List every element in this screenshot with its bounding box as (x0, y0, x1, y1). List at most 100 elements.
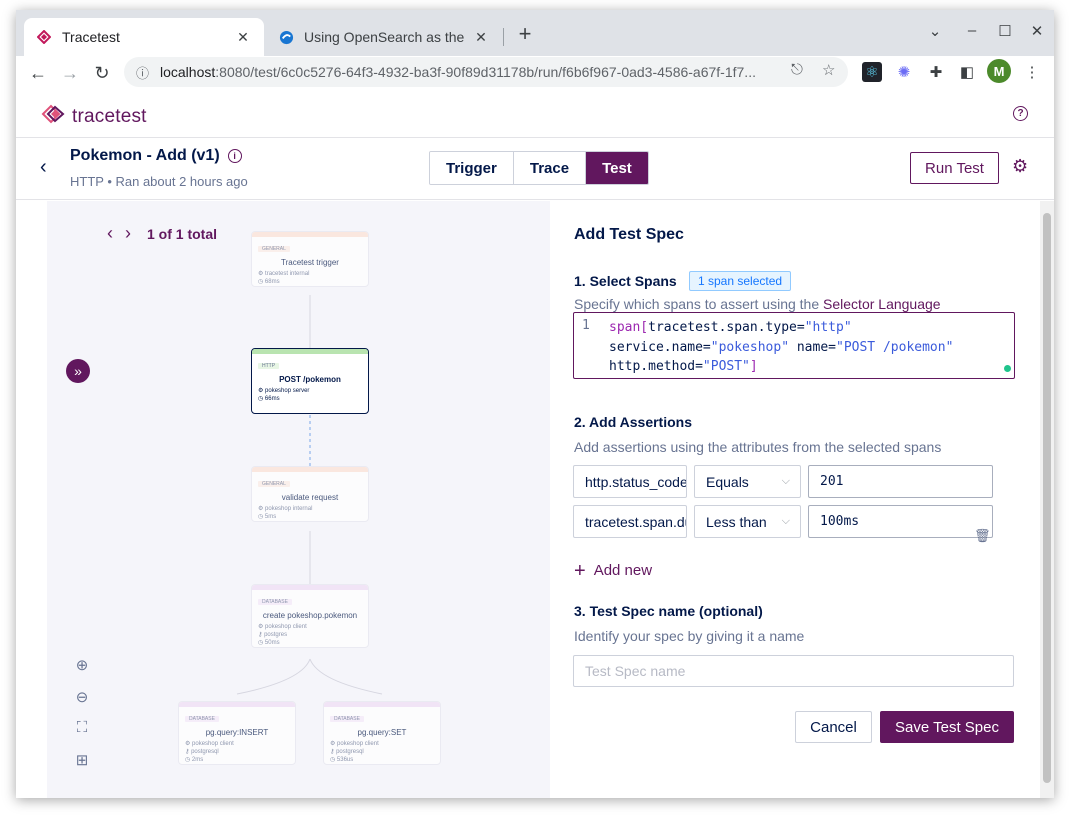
node-name: pg.query:INSERT (205, 728, 269, 737)
plus-icon: + (574, 559, 586, 582)
logo-text: tracetest (72, 105, 147, 127)
browser-toolbar: ← → ↻ ⓘ localhost:8080/test/6c0c5276-64f… (16, 56, 1054, 90)
next-chevron-icon[interactable]: › (125, 223, 131, 244)
spec-name-title: 3. Test Spec name (optional) (574, 603, 763, 619)
tracetest-logo[interactable]: tracetest (40, 103, 147, 130)
back-arrow-icon[interactable]: ← (25, 60, 51, 86)
node-meta: ⚙ pokeshop client ⚷ postgresql ◷ 536us (330, 741, 379, 763)
assertions-title: 2. Add Assertions (574, 414, 692, 430)
browser-tab-tracetest[interactable]: Tracetest ✕ (24, 18, 264, 56)
zoom-in-icon[interactable]: ⊕ (73, 656, 91, 674)
tab-test[interactable]: Test (586, 152, 648, 184)
side-panel-icon[interactable]: ◧ (957, 62, 977, 82)
site-info-icon[interactable]: ⓘ (136, 63, 154, 82)
span-node-create-pokemon[interactable]: DATABASE create pokeshop.pokemon ⚙ pokes… (251, 584, 369, 648)
test-spec-panel: Add Test Spec 1. Select Spans 1 span sel… (550, 201, 1020, 798)
forward-arrow-icon[interactable]: → (57, 60, 83, 86)
node-badge: DATABASE (330, 716, 364, 722)
app-header: tracetest ? (16, 90, 1054, 138)
tab-separator (503, 28, 504, 46)
test-subtitle: HTTP • Ran about 2 hours ago (70, 174, 248, 189)
share-icon[interactable]: ⎋ (791, 61, 803, 78)
select-spans-title: 1. Select Spans (574, 273, 677, 289)
layout-tree-icon[interactable]: ⊞ (73, 751, 91, 769)
node-meta: ⚙ pokeshop server ◷ 66ms (258, 388, 310, 402)
trace-diagram[interactable]: » ‹ › 1 of 1 total GENERAL Tracetest tri… (47, 201, 550, 798)
line-number: 1 (582, 318, 590, 333)
tab-strip: Tracetest ✕ Using OpenSearch as the ✕ + … (16, 10, 1054, 56)
tracetest-logo-icon (40, 103, 66, 130)
node-color-bar (324, 702, 440, 707)
pager-text: 1 of 1 total (147, 225, 218, 242)
browser-menu-icon[interactable]: ⋮ (1022, 62, 1042, 82)
tab-title: Tracetest (62, 29, 120, 45)
address-bar[interactable]: ⓘ localhost:8080/test/6c0c5276-64f3-4932… (124, 57, 848, 87)
tracetest-app: tracetest ? ‹ Pokemon - Add (v1) i HTTP … (16, 90, 1054, 798)
assertion-attribute-input[interactable]: http.status_code (573, 465, 687, 498)
browser-window: Tracetest ✕ Using OpenSearch as the ✕ + … (16, 10, 1054, 798)
run-tabs: Trigger Trace Test (429, 151, 649, 185)
node-badge: DATABASE (185, 716, 219, 722)
close-tab-icon[interactable]: ✕ (234, 29, 252, 46)
spec-name-input[interactable]: Test Spec name (573, 655, 1014, 687)
panel-scrollbar[interactable] (1040, 201, 1054, 798)
tab-trace[interactable]: Trace (513, 152, 587, 184)
node-badge: DATABASE (258, 599, 292, 605)
profile-avatar[interactable]: M (987, 59, 1011, 83)
maximize-icon[interactable]: ☐ (994, 22, 1016, 40)
back-chevron-icon[interactable]: ‹ (40, 156, 47, 179)
extensions-puzzle-icon[interactable]: ✚ (926, 62, 946, 82)
span-node-pg-set[interactable]: DATABASE pg.query:SET ⚙ pokeshop client ⚷… (323, 701, 441, 765)
selector-code: span[tracetest.span.type="http" service.… (609, 320, 954, 374)
node-badge: GENERAL (258, 246, 290, 252)
assertions-desc: Add assertions using the attributes from… (574, 439, 942, 455)
cancel-button[interactable]: Cancel (795, 711, 872, 743)
node-meta: ⚙ pokeshop client ⚷ postgresql ◷ 2ms (185, 741, 234, 763)
node-meta: ⚙ pokeshop client ⚷ postgres ◷ 50ms (258, 624, 307, 646)
assertion-value-input[interactable]: 100ms (808, 505, 993, 538)
assertion-operator-select[interactable]: Less than ⌵ (694, 505, 801, 538)
selector-language-link[interactable]: Selector Language (823, 296, 941, 312)
new-tab-icon[interactable]: + (512, 23, 538, 45)
reload-icon[interactable]: ↻ (89, 60, 115, 86)
add-assertion-button[interactable]: + Add new (574, 559, 652, 582)
span-node-validate-request[interactable]: GENERAL validate request ⚙ pokeshop inte… (251, 466, 369, 522)
span-node-post-pokemon[interactable]: HTTP POST /pokemon ⚙ pokeshop server ◷ 66… (251, 348, 369, 414)
selector-editor[interactable]: 1 span[tracetest.span.type="http" servic… (573, 312, 1015, 379)
tab-trigger[interactable]: Trigger (430, 152, 514, 184)
previous-chevron-icon[interactable]: ‹ (107, 223, 113, 244)
trash-icon[interactable]: 🗑 (974, 528, 991, 544)
scrollbar-thumb[interactable] (1043, 213, 1051, 783)
info-icon[interactable]: i (227, 149, 242, 163)
node-color-bar (252, 349, 368, 354)
bookmark-star-icon[interactable]: ☆ (822, 61, 835, 79)
node-name: POST /pokemon (279, 375, 341, 384)
node-badge: GENERAL (258, 481, 290, 487)
tab-search-chevron-icon[interactable]: ⌄ (924, 22, 946, 40)
span-node-pg-insert[interactable]: DATABASE pg.query:INSERT ⚙ pokeshop clie… (178, 701, 296, 765)
run-test-button[interactable]: Run Test (910, 152, 999, 184)
fit-view-icon[interactable]: ⛶ (73, 719, 91, 736)
node-name: create pokeshop.pokemon (262, 611, 358, 620)
minimize-icon[interactable]: – (961, 22, 983, 39)
assertion-attribute-input[interactable]: tracetest.span.duration (573, 505, 687, 538)
help-icon[interactable]: ? (1013, 106, 1028, 121)
extension-gear-icon[interactable]: ✺ (894, 62, 914, 82)
assertion-value-input[interactable]: 201 (808, 465, 993, 498)
node-color-bar (252, 232, 368, 237)
zoom-out-icon[interactable]: ⊖ (73, 688, 91, 706)
react-devtools-icon[interactable]: ⚛ (862, 62, 882, 82)
assertion-operator-select[interactable]: Equals ⌵ (694, 465, 801, 498)
close-tab-icon[interactable]: ✕ (472, 29, 490, 46)
node-name: validate request (281, 493, 339, 502)
browser-tab-opensearch[interactable]: Using OpenSearch as the ✕ (266, 18, 502, 56)
settings-gear-icon[interactable]: ⚙ (1012, 156, 1028, 177)
save-test-spec-button[interactable]: Save Test Spec (880, 711, 1014, 743)
node-color-bar (179, 702, 295, 707)
tracetest-favicon-icon (36, 29, 52, 45)
span-node-tracetest-trigger[interactable]: GENERAL Tracetest trigger ⚙ tracetest in… (251, 231, 369, 287)
url-text: localhost:8080/test/6c0c5276-64f3-4932-b… (160, 64, 756, 80)
status-dot (1004, 365, 1011, 372)
window-close-icon[interactable]: ✕ (1026, 22, 1048, 40)
expand-panel-icon[interactable]: » (66, 359, 90, 383)
